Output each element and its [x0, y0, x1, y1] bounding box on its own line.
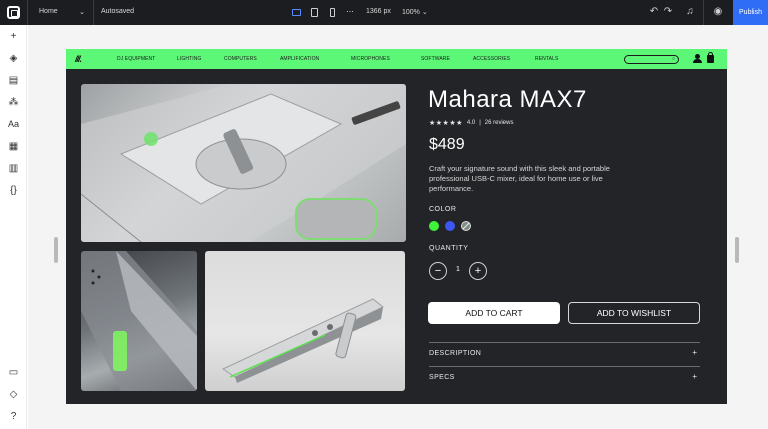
search-icon: ○ — [671, 56, 675, 62]
pages-icon[interactable]: ▤ — [6, 73, 21, 88]
toolbar-divider — [703, 0, 704, 25]
add-to-wishlist-button[interactable]: ADD TO WISHLIST — [568, 302, 700, 324]
desktop-icon — [291, 8, 301, 16]
nav-link-microphones[interactable]: MICROPHONES — [351, 56, 390, 62]
mobile-view-button[interactable] — [326, 6, 338, 18]
color-label: COLOR — [429, 206, 457, 213]
components-icon[interactable]: ⁂ — [6, 95, 21, 110]
product-title: Mahara MAX7 — [428, 86, 587, 113]
publish-button[interactable]: Publish — [733, 0, 768, 25]
cms-icon[interactable]: ▥ — [6, 161, 21, 176]
product-image-main[interactable] — [81, 84, 406, 242]
layers-icon[interactable]: ◈ — [6, 51, 21, 66]
tablet-view-button[interactable] — [308, 6, 320, 18]
plus-icon: + — [692, 372, 697, 381]
nav-link-computers[interactable]: COMPUTERS — [224, 56, 257, 62]
help-icon[interactable]: ? — [6, 409, 21, 424]
code-icon[interactable]: {} — [6, 183, 21, 198]
add-to-cart-button[interactable]: ADD TO CART — [428, 302, 560, 324]
zoom-value: 100% — [402, 9, 420, 16]
redo-icon[interactable]: ↷ — [661, 5, 675, 19]
app-logo-button[interactable] — [0, 0, 26, 25]
product-rating: ★★★★★ 4.0 | 26 reviews — [429, 119, 513, 127]
quantity-value[interactable]: 1 — [452, 266, 464, 273]
undo-icon[interactable]: ↶ — [647, 5, 661, 19]
learn-icon[interactable]: ◇ — [6, 387, 21, 402]
product-price: $489 — [429, 136, 465, 153]
site-logo[interactable]: ///. — [75, 54, 82, 64]
chevron-down-icon: ⌄ — [421, 9, 428, 16]
accordion-specs[interactable]: SPECS + — [429, 366, 700, 388]
more-devices-button[interactable]: ··· — [346, 6, 354, 16]
canvas-width-value[interactable]: 1366 px — [366, 8, 391, 15]
right-resize-handle[interactable] — [735, 237, 739, 263]
accordion-label: SPECS — [429, 374, 455, 381]
nav-link-dj-equipment[interactable]: DJ EQUIPMENT — [117, 56, 155, 62]
site-navbar: ///. DJ EQUIPMENT LIGHTING COMPUTERS AMP… — [66, 49, 727, 69]
plus-icon: + — [692, 348, 697, 357]
left-toolbar: + ◈ ▤ ⁂ Aa ▦ ▥ {} ▭ ◇ ? — [0, 25, 27, 429]
nav-link-amplification[interactable]: AMPLIFICATION — [280, 56, 319, 62]
quantity-decrease-button[interactable]: − — [429, 262, 447, 280]
product-description: Craft your signature sound with this sle… — [429, 164, 610, 193]
color-swatch-blue[interactable] — [445, 221, 455, 231]
rating-value: 4.0 — [466, 120, 476, 126]
plus-icon[interactable]: + — [6, 29, 21, 44]
toolbar-divider — [93, 0, 94, 25]
chevron-down-icon: ⌄ — [79, 9, 85, 16]
rating-separator: | — [479, 120, 481, 126]
product-image-angle[interactable] — [205, 251, 405, 391]
comments-icon[interactable]: ▭ — [6, 365, 21, 380]
toolbar-divider — [27, 0, 28, 25]
selected-swatch-icon — [462, 222, 470, 230]
app-logo-icon — [6, 6, 20, 19]
nav-link-lighting[interactable]: LIGHTING — [177, 56, 201, 62]
nav-link-accessories[interactable]: ACCESSORIES — [473, 56, 510, 62]
phone-icon — [329, 7, 335, 17]
page-select-label: Home — [39, 8, 58, 15]
product-image-side[interactable] — [81, 251, 197, 391]
reviews-link[interactable]: 26 reviews — [485, 120, 514, 126]
desktop-view-button[interactable] — [290, 6, 302, 18]
accordion-description[interactable]: DESCRIPTION + — [429, 342, 700, 364]
save-status: Autosaved — [101, 8, 135, 15]
quantity-increase-button[interactable]: + — [469, 262, 487, 280]
user-icon[interactable] — [693, 54, 702, 64]
left-resize-handle[interactable] — [54, 237, 58, 263]
color-swatch-gray[interactable] — [461, 221, 471, 231]
preview-eye-icon[interactable]: ◉ — [711, 5, 725, 19]
zoom-select[interactable]: 100% ⌄ — [402, 8, 428, 16]
site-search-input[interactable]: ○ — [624, 55, 679, 64]
shopping-bag-icon[interactable] — [707, 52, 714, 63]
mixer-angle-illustration — [221, 298, 384, 383]
quantity-label: QUANTITY — [429, 245, 469, 252]
bell-icon[interactable]: ♫ — [683, 5, 697, 19]
mixer-illustration — [81, 84, 406, 242]
nav-link-rentals[interactable]: RENTALS — [535, 56, 558, 62]
apps-icon[interactable]: ▦ — [6, 139, 21, 154]
tablet-icon — [310, 7, 318, 17]
editor-toolbar: Home ⌄ Autosaved ··· 1366 px 100% ⌄ ↶ ↷ … — [0, 0, 768, 25]
page-select[interactable]: Home ⌄ — [39, 8, 85, 16]
nav-link-software[interactable]: SOFTWARE — [421, 56, 450, 62]
typography-icon[interactable]: Aa — [6, 117, 21, 132]
accordion-label: DESCRIPTION — [429, 350, 482, 357]
rating-stars: ★★★★★ — [429, 120, 463, 127]
mixer-side-illustration — [81, 251, 197, 391]
color-swatch-green[interactable] — [429, 221, 439, 231]
